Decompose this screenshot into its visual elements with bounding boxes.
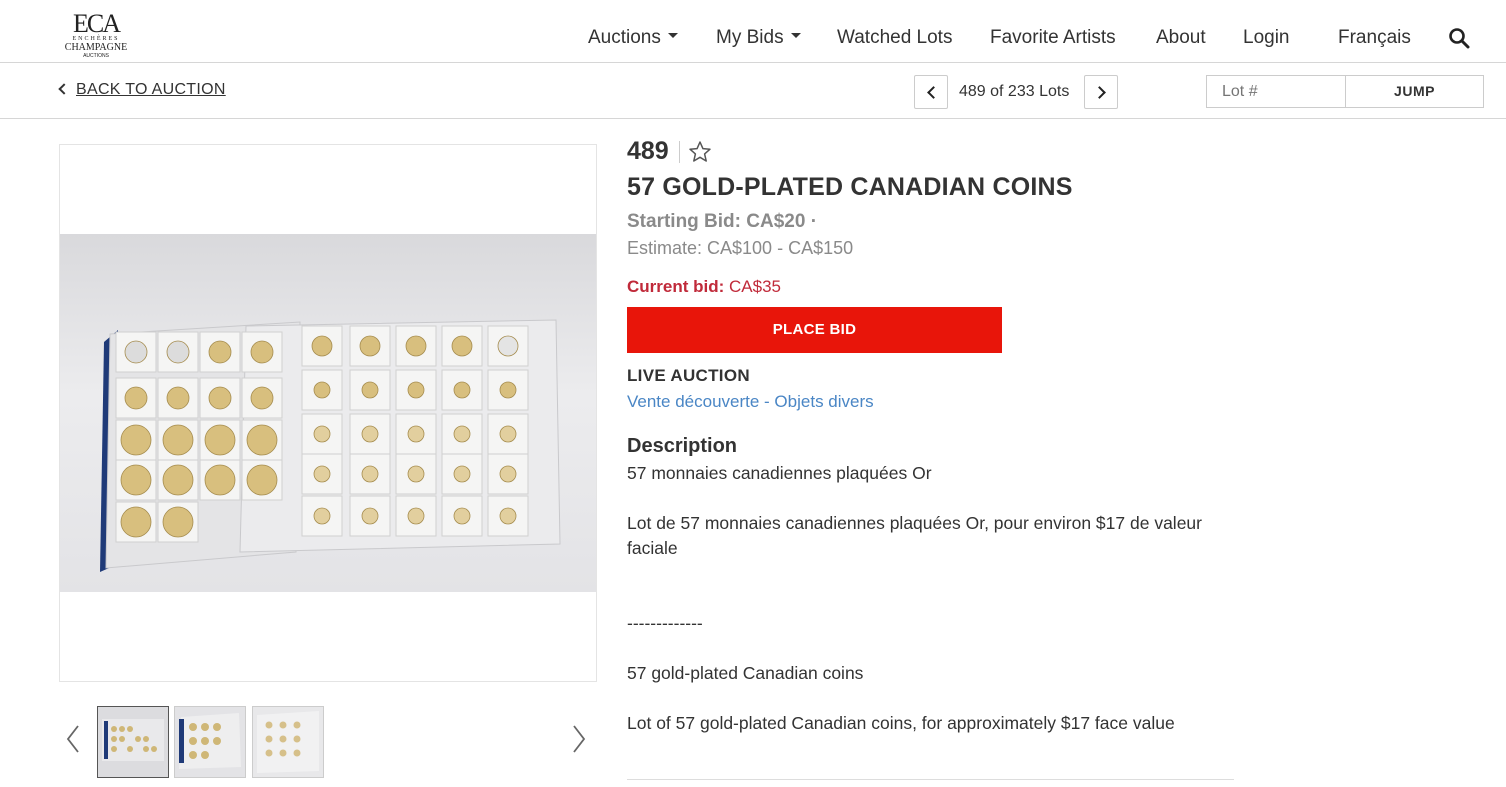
description-paragraph: 57 gold-plated Canadian coins <box>627 663 864 683</box>
lot-navigation-bar: BACK TO AUCTION 489 of 233 Lots JUMP <box>0 63 1506 119</box>
nav-about[interactable]: About <box>1156 26 1206 50</box>
nav-watched-lots[interactable]: Watched Lots <box>837 26 952 50</box>
lot-title: 57 GOLD-PLATED CANADIAN COINS <box>627 173 1073 201</box>
gallery-thumbnail-3[interactable] <box>252 706 324 778</box>
description-paragraph: Lot of 57 gold-plated Canadian coins, fo… <box>627 713 1175 733</box>
caret-down-icon <box>667 33 678 39</box>
nav-my-bids-label: My Bids <box>716 27 784 48</box>
auction-sale-link[interactable]: Vente découverte - Objets divers <box>627 392 874 412</box>
current-bid-value: CA$35 <box>729 277 781 296</box>
auction-type-label: LIVE AUCTION <box>627 366 750 385</box>
chevron-left-icon <box>58 83 70 95</box>
section-divider <box>627 779 1234 780</box>
nav-auctions-label: Auctions <box>588 27 661 48</box>
description-divider-text: ------------- <box>627 613 703 633</box>
back-to-auction-link[interactable]: BACK TO AUCTION <box>58 81 226 99</box>
lot-pagination-text: 489 of 233 Lots <box>959 83 1070 100</box>
place-bid-button[interactable]: PLACE BID <box>627 307 1002 353</box>
previous-lot-button[interactable] <box>914 75 948 109</box>
watch-star-icon[interactable] <box>688 140 712 164</box>
top-navbar: ECA ENCHÈRES CHAMPAGNE AUCTIONS Auctions… <box>0 0 1506 63</box>
gallery-thumbnail-2[interactable] <box>174 706 246 778</box>
gallery-thumbnail-1[interactable] <box>97 706 169 778</box>
lot-number-divider <box>679 141 680 163</box>
chevron-right-icon <box>1093 86 1106 99</box>
nav-favorite-artists[interactable]: Favorite Artists <box>990 26 1116 50</box>
back-label: BACK TO AUCTION <box>76 81 226 98</box>
description-paragraph: Lot de 57 monnaies canadiennes plaquées … <box>627 513 1202 558</box>
nav-my-bids[interactable]: My Bids <box>716 26 801 50</box>
search-icon[interactable] <box>1448 27 1470 49</box>
lot-number: 489 <box>627 137 669 165</box>
logo-line2: CHAMPAGNE <box>64 42 128 53</box>
next-lot-button[interactable] <box>1084 75 1118 109</box>
lot-main-image[interactable] <box>59 144 597 682</box>
starting-bid: Starting Bid: CA$20 · <box>627 211 818 232</box>
estimate: Estimate: CA$100 - CA$150 <box>627 238 854 258</box>
jump-button[interactable]: JUMP <box>1345 75 1484 108</box>
chevron-left-icon <box>927 86 940 99</box>
gallery-prev-arrow-icon[interactable] <box>66 724 80 754</box>
current-bid: Current bid: CA$35 <box>627 277 781 297</box>
nav-language[interactable]: Français <box>1338 26 1411 50</box>
caret-down-icon <box>790 33 801 39</box>
description-heading: Description <box>627 435 738 457</box>
nav-auctions[interactable]: Auctions <box>588 26 678 50</box>
nav-login[interactable]: Login <box>1243 26 1290 50</box>
site-logo[interactable]: ECA ENCHÈRES CHAMPAGNE AUCTIONS <box>60 9 132 60</box>
gallery-next-arrow-icon[interactable] <box>572 724 586 754</box>
current-bid-label: Current bid: <box>627 277 725 296</box>
logo-line3: AUCTIONS <box>83 53 109 59</box>
coins-photo <box>60 234 596 592</box>
coins-in-sleeves-image <box>100 319 561 572</box>
lot-number-input[interactable] <box>1206 75 1346 108</box>
description-paragraph: 57 monnaies canadiennes plaquées Or <box>627 463 932 483</box>
logo-mark: ECA <box>73 9 121 38</box>
